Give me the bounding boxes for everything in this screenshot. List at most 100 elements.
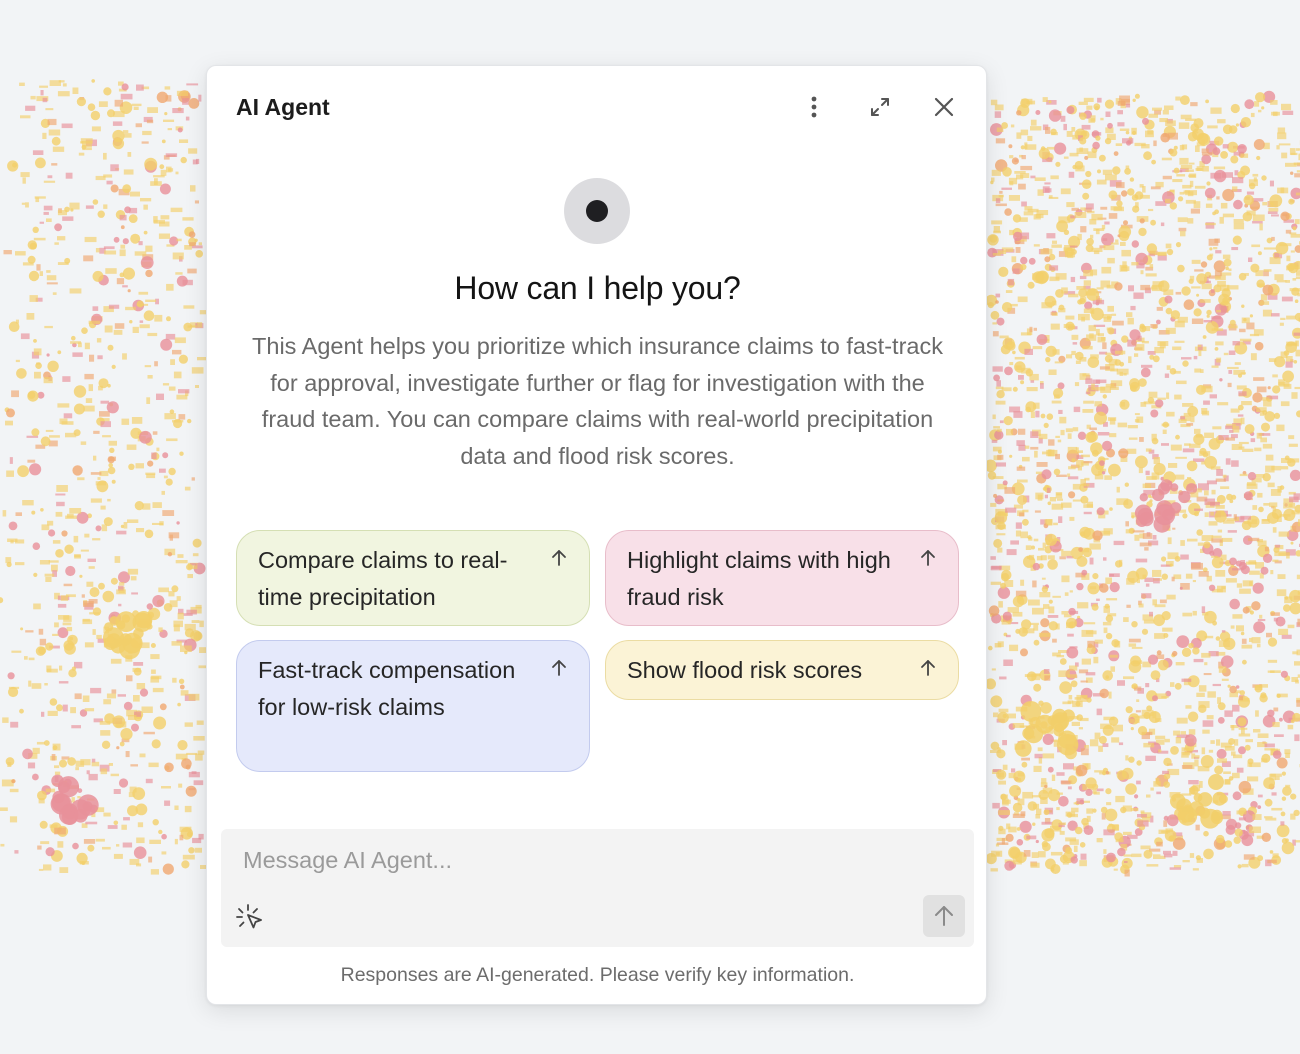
map-parcel (161, 833, 167, 840)
map-parcel (111, 479, 116, 484)
map-parcel (103, 699, 112, 705)
suggestion-high-fraud-risk[interactable]: Highlight claims with high fraud risk (605, 530, 959, 626)
map-parcel (1030, 446, 1039, 450)
map-parcel (1232, 186, 1238, 192)
expand-button[interactable] (863, 90, 897, 124)
map-parcel (1161, 695, 1169, 699)
map-parcel (116, 278, 125, 285)
map-parcel (1086, 238, 1094, 246)
map-parcel (1228, 370, 1233, 374)
map-parcel (48, 529, 56, 537)
map-parcel (123, 522, 128, 529)
map-parcel (1097, 169, 1101, 174)
map-parcel (52, 292, 57, 295)
map-parcel (1120, 242, 1126, 246)
map-parcel (1030, 622, 1039, 625)
map-parcel (81, 327, 88, 335)
map-parcel (181, 860, 190, 869)
map-parcel (1164, 738, 1170, 743)
map-parcel (1126, 604, 1131, 608)
suggestion-compare-precipitation[interactable]: Compare claims to real-time precipitatio… (236, 530, 590, 626)
map-parcel (1291, 392, 1298, 399)
map-parcel (1117, 122, 1125, 127)
map-parcel (173, 371, 182, 379)
map-parcel (1260, 566, 1269, 575)
map-parcel (1207, 125, 1218, 129)
map-parcel (32, 747, 40, 754)
map-parcel (1163, 815, 1169, 821)
map-parcel (1151, 472, 1160, 480)
more-options-button[interactable] (797, 90, 831, 124)
map-parcel (1232, 341, 1240, 346)
map-parcel (1108, 691, 1112, 699)
map-parcel (38, 868, 44, 871)
map-parcel (1218, 666, 1227, 673)
map-parcel (46, 282, 58, 285)
map-parcel (1289, 469, 1300, 481)
map-parcel (1041, 577, 1046, 580)
map-parcel (1278, 143, 1291, 146)
map-parcel (10, 721, 19, 728)
map-parcel (186, 83, 199, 86)
map-parcel (96, 480, 109, 493)
map-parcel (1212, 426, 1222, 430)
map-parcel (1089, 739, 1099, 747)
map-parcel (1155, 201, 1167, 206)
map-parcel (152, 595, 165, 608)
map-parcel (1125, 783, 1137, 795)
map-parcel (103, 517, 113, 527)
map-parcel (1077, 466, 1082, 471)
map-parcel (1253, 329, 1264, 336)
map-parcel (1107, 613, 1117, 617)
map-parcel (100, 400, 110, 404)
map-parcel (1188, 642, 1194, 649)
map-parcel (172, 349, 182, 355)
tools-button[interactable] (233, 901, 267, 935)
map-parcel (1096, 838, 1103, 843)
map-parcel (1027, 801, 1038, 811)
map-parcel (168, 532, 180, 539)
map-parcel (121, 824, 127, 830)
map-parcel (999, 676, 1007, 680)
map-parcel (177, 612, 184, 620)
suggestion-fast-track-low-risk[interactable]: Fast-track compensation for low-risk cla… (236, 640, 590, 772)
map-parcel (10, 539, 14, 544)
map-parcel (1079, 860, 1087, 867)
message-input[interactable] (241, 841, 925, 879)
map-parcel (119, 741, 125, 747)
suggestion-flood-risk-scores[interactable]: Show flood risk scores (605, 640, 959, 700)
map-parcel (1067, 446, 1078, 454)
map-parcel (1094, 474, 1104, 480)
map-parcel (995, 138, 1006, 144)
map-parcel (1081, 658, 1091, 665)
map-parcel (1034, 177, 1046, 181)
map-parcel (1176, 174, 1186, 177)
map-parcel (139, 430, 152, 444)
map-parcel (122, 285, 128, 288)
map-parcel (47, 520, 54, 526)
map-parcel (107, 344, 114, 351)
map-parcel (62, 376, 71, 382)
map-parcel (1105, 632, 1113, 640)
map-parcel (160, 215, 170, 220)
map-parcel (1220, 486, 1230, 489)
map-parcel (1261, 106, 1265, 110)
map-parcel (1030, 380, 1035, 383)
map-parcel (1027, 281, 1035, 289)
map-parcel (1193, 433, 1205, 445)
map-parcel (1135, 558, 1148, 563)
map-parcel (1187, 218, 1194, 224)
map-parcel (85, 398, 93, 403)
map-parcel (142, 130, 152, 136)
map-parcel (1180, 416, 1186, 420)
map-parcel (76, 97, 86, 107)
send-button[interactable] (923, 895, 965, 937)
map-parcel (1009, 155, 1014, 159)
close-button[interactable] (927, 90, 961, 124)
map-parcel (188, 847, 195, 854)
map-parcel (1017, 772, 1024, 777)
map-parcel (1208, 774, 1224, 790)
map-parcel (173, 624, 180, 632)
map-parcel (1078, 101, 1088, 105)
map-parcel (1140, 845, 1151, 850)
